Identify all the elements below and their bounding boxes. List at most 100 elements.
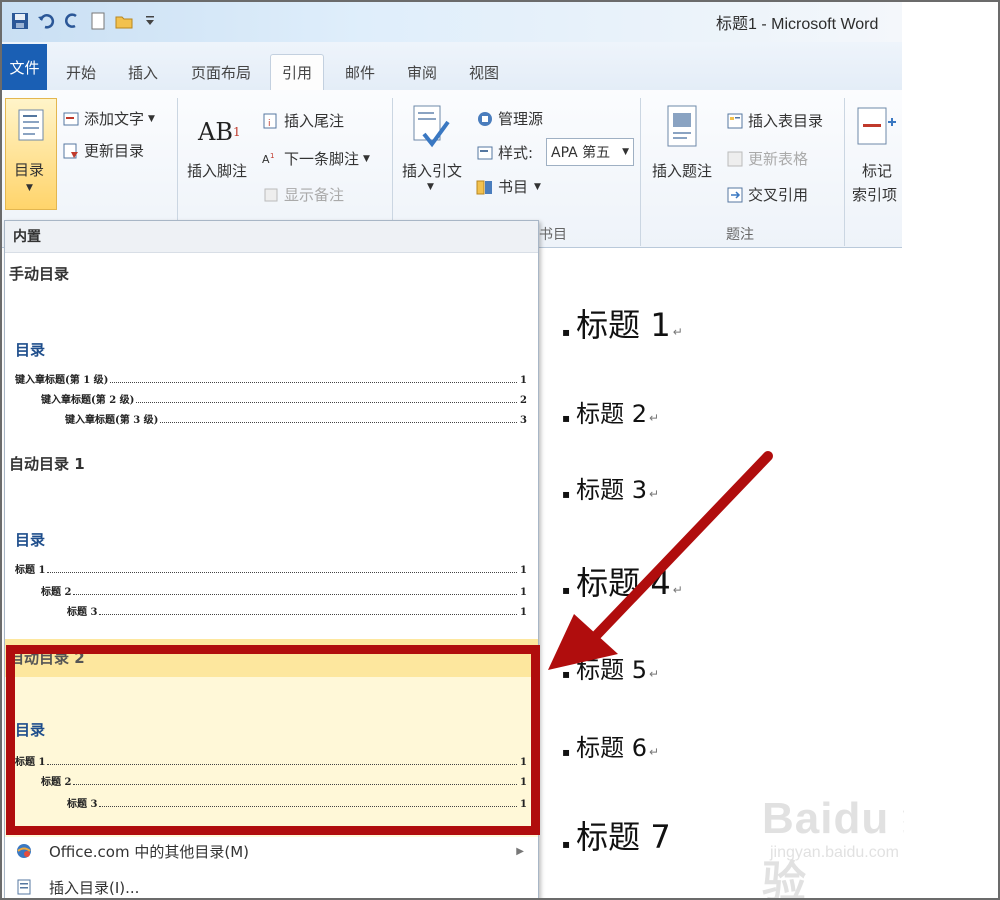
update-table-label: 更新表格 (748, 150, 809, 168)
toc-row-page: 1 (520, 565, 527, 576)
svg-text:1: 1 (270, 152, 274, 160)
toc-row[interactable]: 标题 3 1 (67, 603, 527, 618)
update-table-button[interactable]: 更新表格 (726, 148, 808, 169)
insert-table-of-figures-button[interactable]: 插入表目录 (726, 110, 823, 131)
insert-citation-button[interactable]: 插入引文 (402, 160, 462, 181)
chevron-down-icon: ▼ (534, 181, 541, 192)
heading-2-text: 标题 2 (576, 400, 648, 428)
tab-review[interactable]: 审阅 (400, 54, 444, 90)
update-table-icon (727, 151, 743, 166)
word-window: 标题1 - Microsoft Word 开始 插入 页面布局 引用 邮件 审阅… (0, 0, 1000, 900)
open-folder-icon[interactable] (114, 11, 134, 31)
heading-1[interactable]: ▪ 标题 1 ↵ (562, 300, 683, 346)
style-dropdown[interactable]: APA 第五 ▼ (546, 138, 634, 166)
toc-row-label: 键入章标题(第 2 级) (41, 395, 135, 406)
mark-entry-icon[interactable] (856, 106, 900, 146)
new-document-icon[interactable] (88, 11, 108, 31)
next-footnote-label: 下一条脚注 (284, 150, 360, 168)
next-footnote-button[interactable]: A1 下一条脚注 ▼ (262, 148, 370, 169)
paragraph-mark-icon: ↵ (672, 583, 683, 597)
cross-reference-icon (727, 187, 743, 202)
heading-2[interactable]: ▪ 标题 2 ↵ (562, 394, 659, 429)
toc-row[interactable]: 键入章标题(第 1 级) 1 (15, 371, 527, 386)
toc-row-page: 1 (520, 587, 527, 598)
tab-view[interactable]: 视图 (462, 54, 506, 90)
auto-toc-1-name[interactable]: 自动目录 1 (9, 453, 85, 474)
mark-entry-label-1[interactable]: 标记 (862, 160, 892, 181)
tab-mailings[interactable]: 邮件 (338, 54, 382, 90)
chevron-right-icon: ▶ (516, 845, 524, 857)
toc-row-label: 标题 2 (41, 587, 72, 598)
chevron-down-icon: ▼ (622, 147, 629, 157)
more-tocs-office-menu-item[interactable]: Office.com 中的其他目录(M) ▶ (5, 833, 538, 869)
toc-row[interactable]: 键入章标题(第 3 级) 3 (65, 411, 527, 426)
svg-text:i: i (268, 119, 271, 129)
toc-leader (136, 402, 517, 403)
tab-references[interactable]: 引用 (270, 54, 324, 90)
bibliography-button[interactable]: 书目 ▼ (476, 176, 541, 197)
insert-table-of-figures-label: 插入表目录 (748, 112, 824, 130)
ribbon-separator (640, 98, 641, 246)
title-bar: 标题1 - Microsoft Word (2, 2, 902, 42)
chevron-down-icon: ▼ (26, 183, 33, 193)
add-text-button[interactable]: 添加文字 ▼ (62, 108, 155, 129)
toc-leader (99, 614, 517, 615)
insert-caption-icon[interactable] (666, 104, 700, 150)
heading-6-text: 标题 6 (576, 734, 648, 762)
toc-leader (160, 422, 517, 423)
toc-row-page: 1 (520, 375, 527, 386)
heading-6[interactable]: ▪ 标题 6 ↵ (562, 728, 659, 763)
bullet-icon: ▪ (562, 837, 571, 851)
customize-toolbar-icon[interactable] (140, 11, 160, 31)
heading-7[interactable]: ▪ 标题 7 (562, 812, 671, 858)
save-icon[interactable] (10, 11, 30, 31)
captions-group-label: 题注 (726, 227, 754, 243)
redo-icon[interactable] (62, 11, 82, 31)
add-text-label: 添加文字 (84, 110, 145, 128)
tab-page-layout[interactable]: 页面布局 (184, 54, 258, 90)
insert-caption-button[interactable]: 插入题注 (652, 160, 712, 181)
toc-row[interactable]: 标题 2 1 (41, 583, 527, 598)
undo-icon[interactable] (36, 11, 56, 31)
manage-sources-icon (478, 111, 492, 126)
bullet-icon: ▪ (562, 745, 571, 759)
insert-toc-label: 插入目录(I)... (49, 878, 140, 897)
show-notes-label: 显示备注 (284, 186, 345, 204)
heading-5[interactable]: ▪ 标题 5 ↵ (562, 650, 659, 685)
toc-button[interactable]: 目录 ▼ (5, 98, 57, 210)
paragraph-mark-icon: ↵ (649, 487, 660, 501)
cross-reference-button[interactable]: 交叉引用 (726, 184, 808, 205)
toc-button-label: 目录 (14, 161, 45, 179)
table-of-figures-icon (727, 113, 743, 128)
insert-endnote-button[interactable]: i 插入尾注 (262, 110, 344, 131)
chevron-down-icon: ▼ (363, 153, 370, 164)
heading-7-text: 标题 7 (576, 818, 671, 856)
bullet-icon: ▪ (562, 583, 571, 597)
bullet-icon: ▪ (562, 411, 571, 425)
insert-footnote-button[interactable]: 插入脚注 (187, 160, 247, 181)
heading-3[interactable]: ▪ 标题 3 ↵ (562, 470, 659, 505)
tab-home[interactable]: 开始 (58, 54, 104, 90)
heading-4[interactable]: ▪ 标题 4 ↵ (562, 558, 683, 604)
style-icon (477, 146, 493, 159)
insert-toc-menu-item[interactable]: 插入目录(I)... (5, 869, 538, 898)
next-footnote-icon: A1 (262, 152, 274, 166)
mark-entry-label-2[interactable]: 索引项 (852, 184, 897, 205)
show-notes-button[interactable]: 显示备注 (262, 184, 344, 205)
tab-insert[interactable]: 插入 (120, 54, 166, 90)
update-toc-icon (63, 143, 78, 158)
caption-document-icon (667, 105, 697, 147)
toc-row-label: 标题 3 (67, 607, 98, 618)
manage-sources-button[interactable]: 管理源 (476, 108, 543, 129)
insert-citation-icon[interactable] (410, 104, 450, 152)
paragraph-mark-icon: ↵ (649, 745, 660, 759)
toc-row[interactable]: 标题 1 1 (15, 561, 527, 576)
toc-row-page: 1 (520, 607, 527, 618)
update-toc-button[interactable]: 更新目录 (62, 140, 144, 161)
citations-group-label: 书目 (539, 227, 567, 243)
tab-file[interactable]: 文件 (2, 44, 47, 90)
toc-row[interactable]: 键入章标题(第 2 级) 2 (41, 391, 527, 406)
insert-footnote-icon[interactable]: AB 1 (198, 118, 241, 146)
insert-endnote-icon: i (263, 113, 277, 129)
more-tocs-label: Office.com 中的其他目录(M) (49, 842, 250, 861)
